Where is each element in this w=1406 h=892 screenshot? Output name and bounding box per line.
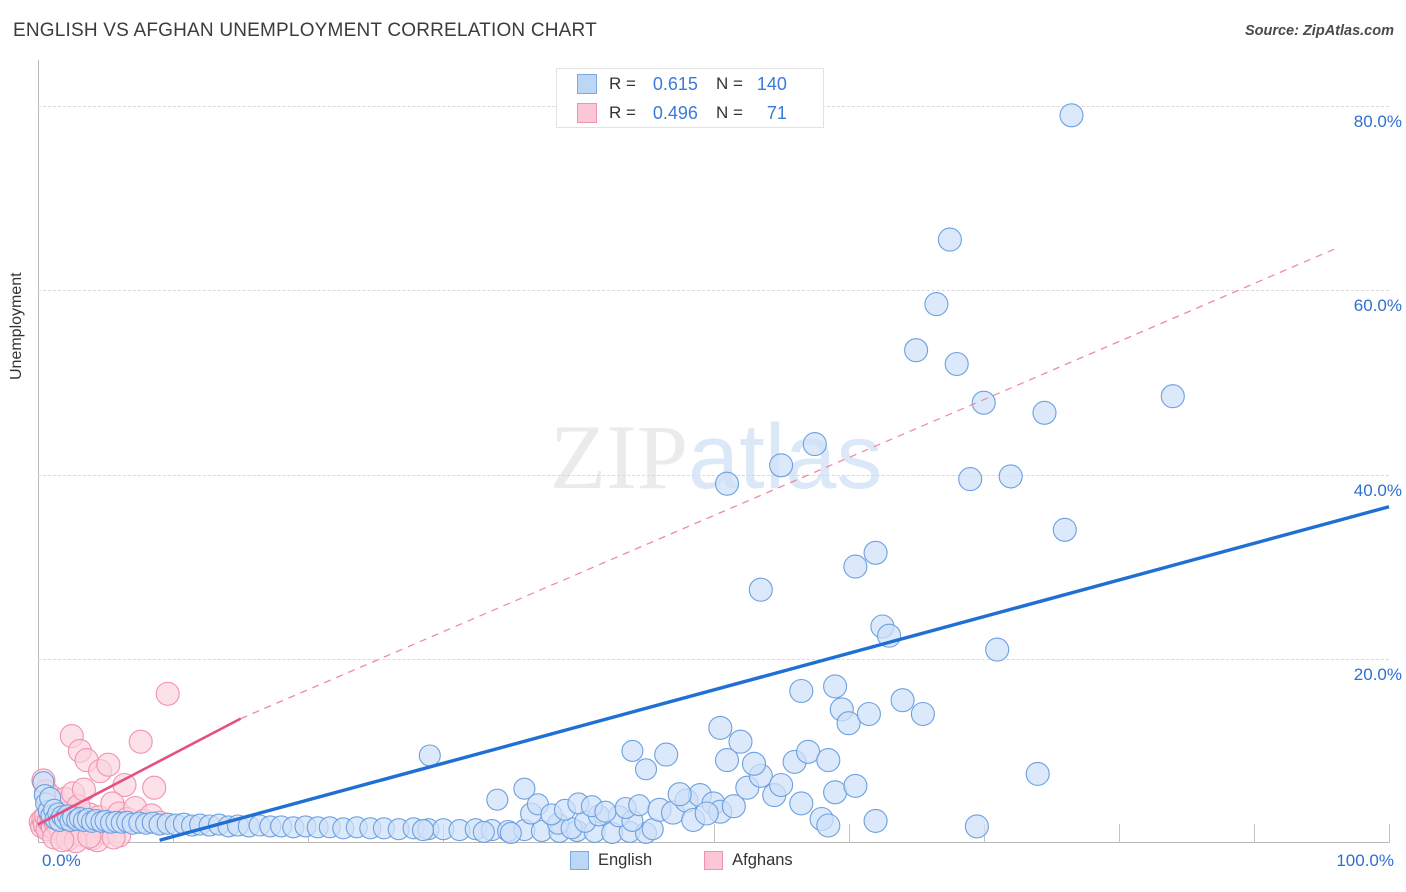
correlation-stats-box: R = 0.615 N = 140 R = 0.496 N = 71 — [556, 68, 824, 128]
legend-label-english: English — [598, 851, 653, 869]
x-axis-min-label: 0.0% — [42, 851, 81, 870]
x-tick-40 — [578, 824, 580, 843]
series-legend: English Afghans — [570, 851, 793, 870]
legend-swatch-english — [570, 851, 589, 870]
legend-item-afghans[interactable]: Afghans — [704, 851, 793, 870]
y-tick-label-1: 60.0% — [1353, 296, 1402, 316]
plot-area — [38, 60, 1390, 843]
x-tick-50 — [713, 824, 715, 843]
y-tick-label-0: 80.0% — [1353, 112, 1402, 132]
gridline-20 — [38, 658, 1389, 660]
legend-swatch-afghans — [704, 851, 724, 870]
gridline-40 — [38, 474, 1389, 476]
x-tick-90 — [1253, 824, 1255, 843]
stats-swatch-afghans — [577, 103, 597, 123]
page-title: ENGLISH VS AFGHAN UNEMPLOYMENT CORRELATI… — [13, 20, 597, 41]
stats-r-label-english: R = — [609, 74, 636, 93]
x-tick-80 — [1118, 824, 1120, 843]
stats-n-value-english: 140 — [756, 73, 787, 94]
stats-n-value-afghans: 71 — [766, 102, 787, 123]
x-axis-max-label: 100.0% — [1336, 851, 1394, 870]
y-axis-title: Unemployment — [8, 272, 25, 380]
y-tick-label-2: 40.0% — [1353, 480, 1402, 500]
stats-r-value-afghans: 0.496 — [652, 102, 698, 123]
stats-n-label-english: N = — [715, 74, 743, 93]
legend-item-english[interactable]: English — [570, 851, 652, 870]
stats-swatch-english — [577, 74, 597, 94]
chart-header: ENGLISH VS AFGHAN UNEMPLOYMENT CORRELATI… — [0, 0, 1406, 56]
x-tick-100 — [1389, 824, 1390, 843]
stats-r-value-english: 0.615 — [652, 73, 698, 94]
source-attribution: Source: ZipAtlas.com — [1244, 23, 1394, 39]
y-axis-line — [38, 60, 39, 843]
stats-row-afghans: R = 0.496 N = 71 — [557, 98, 825, 128]
stats-row-english: R = 0.615 N = 140 — [557, 69, 825, 99]
x-tick-10 — [173, 824, 175, 843]
x-tick-60 — [848, 824, 850, 843]
x-tick-30 — [443, 824, 445, 843]
x-tick-20 — [308, 824, 310, 843]
stats-r-label-afghans: R = — [609, 103, 636, 122]
gridline-60 — [38, 290, 1389, 292]
legend-label-afghans: Afghans — [732, 851, 793, 869]
y-tick-label-3: 20.0% — [1353, 664, 1402, 684]
stats-n-label-afghans: N = — [715, 103, 743, 122]
x-tick-70 — [983, 824, 985, 843]
